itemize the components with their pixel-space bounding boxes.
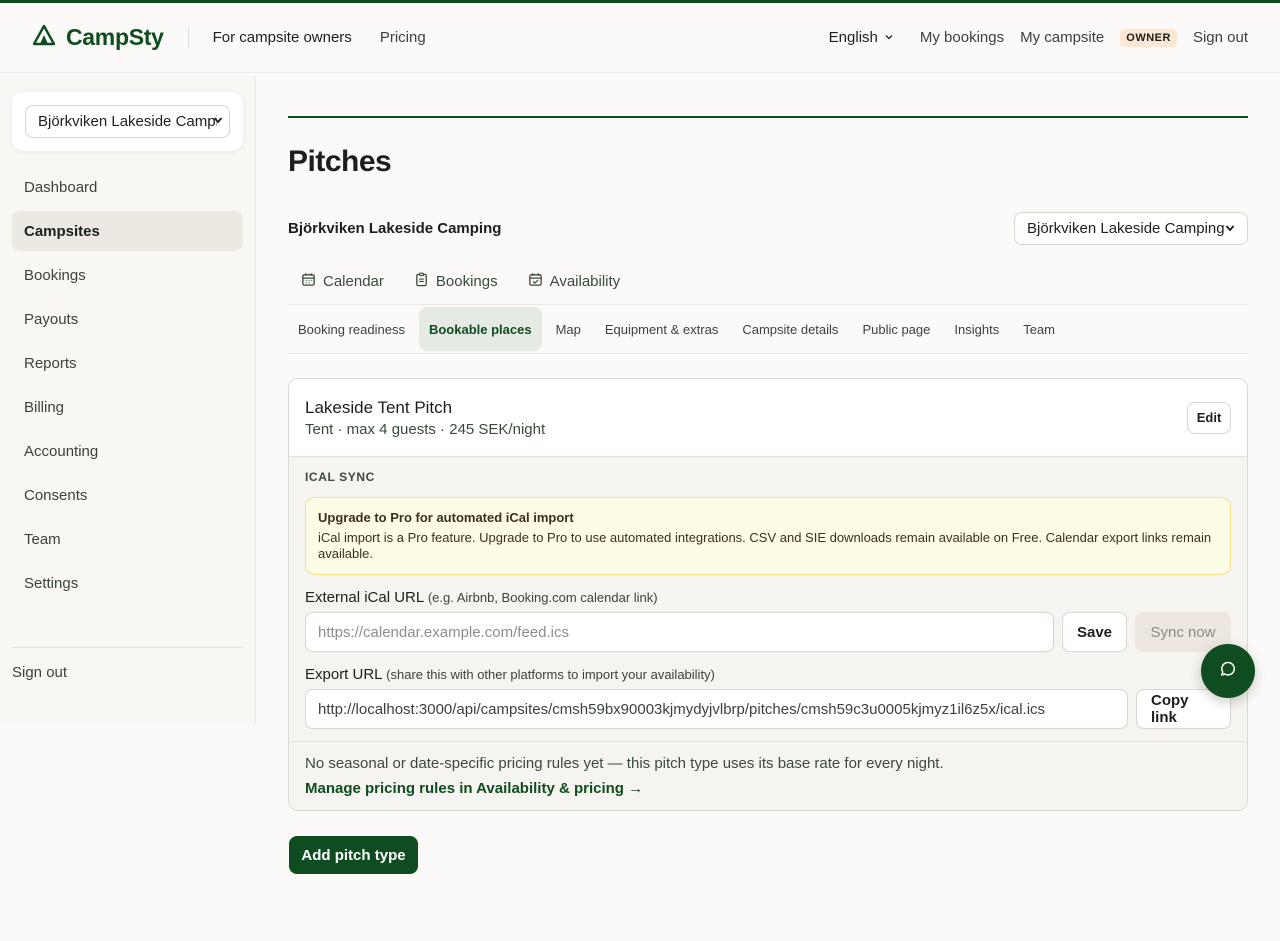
campsite-switch-value: Björkviken Lakeside Camping: [1027, 220, 1225, 237]
main-content: Pitches Björkviken Lakeside Camping Björ…: [288, 116, 1248, 874]
header-actions: English My bookings My campsite OWNER Si…: [829, 28, 1248, 47]
campsite-select-value: Björkviken Lakeside Camping: [38, 113, 217, 130]
subtab-equipment-extras[interactable]: Equipment & extras: [595, 307, 728, 351]
sidebar-item-campsites[interactable]: Campsites: [12, 211, 243, 251]
subtab-team[interactable]: Team: [1013, 307, 1065, 351]
manage-pricing-link[interactable]: Manage pricing rules in Availability & p…: [305, 780, 1231, 797]
language-selector[interactable]: English: [829, 29, 894, 46]
campsite-switch-select[interactable]: Björkviken Lakeside Camping: [1014, 212, 1248, 245]
campsite-select[interactable]: Björkviken Lakeside Camping: [25, 105, 230, 138]
nav-link-campsite-owners[interactable]: For campsite owners: [213, 29, 352, 46]
external-ical-row: https://calendar.example.com/feed.ics Sa…: [305, 612, 1231, 652]
tent-logo-icon: [32, 24, 56, 51]
sidebar-item-dashboard[interactable]: Dashboard: [12, 167, 243, 207]
tab-calendar[interactable]: Calendar: [301, 272, 384, 291]
sidebar-item-accounting[interactable]: Accounting: [12, 431, 243, 471]
campsite-selector-card: Björkviken Lakeside Camping: [12, 92, 243, 151]
subtab-bookable-places[interactable]: Bookable places: [418, 307, 542, 351]
external-ical-input[interactable]: https://calendar.example.com/feed.ics: [305, 612, 1054, 652]
sign-out-link[interactable]: Sign out: [1193, 29, 1248, 46]
tab-label: Calendar: [323, 272, 384, 290]
tab-bookings[interactable]: Bookings: [414, 272, 498, 291]
top-header: CampSty For campsite owners Pricing Engl…: [0, 3, 1280, 73]
subtab-public-page[interactable]: Public page: [852, 307, 940, 351]
pitch-name: Lakeside Tent Pitch: [305, 397, 453, 417]
export-url-label-text: Export URL: [305, 666, 382, 683]
role-badge: OWNER: [1120, 28, 1177, 47]
sidebar-item-consents[interactable]: Consents: [12, 475, 243, 515]
tab-label: Bookings: [435, 272, 498, 290]
pitch-meta: Tent · max 4 guests · 245 SEK/night: [305, 420, 546, 438]
export-url-hint: (share this with other platforms to impo…: [386, 667, 715, 682]
export-url-label: Export URL (share this with other platfo…: [305, 666, 1231, 683]
my-bookings-link[interactable]: My bookings: [920, 29, 1004, 46]
select-arrow-icon: [213, 115, 223, 128]
subtab-map[interactable]: Map: [546, 307, 591, 351]
subtab-booking-readiness[interactable]: Booking readiness: [288, 307, 415, 351]
pitch-info: Lakeside Tent Pitch Tent · max 4 guests …: [305, 398, 545, 438]
language-label: English: [828, 29, 878, 46]
external-ical-label-text: External iCal URL: [305, 589, 424, 606]
sidebar-item-billing[interactable]: Billing: [12, 387, 243, 427]
pricing-note-text: No seasonal or date-specific pricing rul…: [305, 755, 944, 772]
ical-sync-section: ICAL SYNC Upgrade to Pro for automated i…: [289, 456, 1247, 741]
my-campsite-link[interactable]: My campsite: [1020, 29, 1104, 46]
save-button[interactable]: Save: [1062, 612, 1127, 652]
external-ical-label: External iCal URL (e.g. Airbnb, Booking.…: [305, 589, 1231, 606]
calendar-icon: [301, 272, 316, 291]
campsite-row: Björkviken Lakeside Camping Björkviken L…: [288, 212, 1248, 245]
header-divider: [187, 26, 189, 49]
nav-link-pricing[interactable]: Pricing: [380, 29, 426, 46]
calendar-check-icon: [528, 272, 543, 291]
clipboard-icon: [414, 272, 429, 291]
tab-availability[interactable]: Availability: [528, 272, 621, 291]
sidebar-item-payouts[interactable]: Payouts: [12, 299, 243, 339]
campsite-name: Björkviken Lakeside Camping: [288, 220, 502, 237]
primary-tabs: Calendar Bookings Availability: [288, 264, 1248, 298]
page-title: Pitches: [288, 145, 392, 178]
sidebar-item-settings[interactable]: Settings: [12, 563, 243, 603]
subtab-campsite-details[interactable]: Campsite details: [732, 307, 848, 351]
export-url-row: http://localhost:3000/api/campsites/cmsh…: [305, 689, 1231, 729]
brand-name: CampSty: [66, 24, 164, 50]
upgrade-text: iCal import is a Pro feature. Upgrade to…: [318, 530, 1212, 561]
pricing-note: No seasonal or date-specific pricing rul…: [289, 741, 1247, 810]
sidebar-item-reports[interactable]: Reports: [12, 343, 243, 383]
export-url-input[interactable]: http://localhost:3000/api/campsites/cmsh…: [305, 689, 1128, 729]
chat-bubble-icon: [1219, 660, 1237, 683]
title-rule: [288, 116, 1248, 118]
external-ical-hint: (e.g. Airbnb, Booking.com calendar link): [427, 590, 658, 605]
upgrade-notice: Upgrade to Pro for automated iCal import…: [305, 497, 1231, 575]
upgrade-title: Upgrade to Pro for automated iCal import: [318, 510, 574, 525]
sidebar-item-bookings[interactable]: Bookings: [12, 255, 243, 295]
pitch-card-header: Lakeside Tent Pitch Tent · max 4 guests …: [289, 379, 1247, 456]
sidebar: Björkviken Lakeside Camping Dashboard Ca…: [0, 76, 256, 724]
sidebar-item-team[interactable]: Team: [12, 519, 243, 559]
pitch-card: Lakeside Tent Pitch Tent · max 4 guests …: [288, 378, 1248, 811]
chevron-down-icon: [884, 29, 894, 46]
ical-section-label: ICAL SYNC: [305, 470, 375, 484]
brand-logo[interactable]: CampSty: [32, 24, 164, 51]
edit-pitch-button[interactable]: Edit: [1187, 401, 1231, 434]
select-arrow-icon: [1225, 220, 1235, 237]
subtab-insights[interactable]: Insights: [944, 307, 1009, 351]
sidebar-sign-out[interactable]: Sign out: [12, 648, 243, 681]
top-nav: For campsite owners Pricing: [213, 29, 426, 46]
sidebar-nav: Dashboard Campsites Bookings Payouts Rep…: [12, 167, 243, 603]
chat-button[interactable]: [1201, 644, 1255, 698]
add-pitch-type-button[interactable]: Add pitch type: [289, 836, 418, 874]
tab-label: Availability: [549, 272, 621, 290]
sub-tabs: Booking readiness Bookable places Map Eq…: [288, 304, 1248, 354]
